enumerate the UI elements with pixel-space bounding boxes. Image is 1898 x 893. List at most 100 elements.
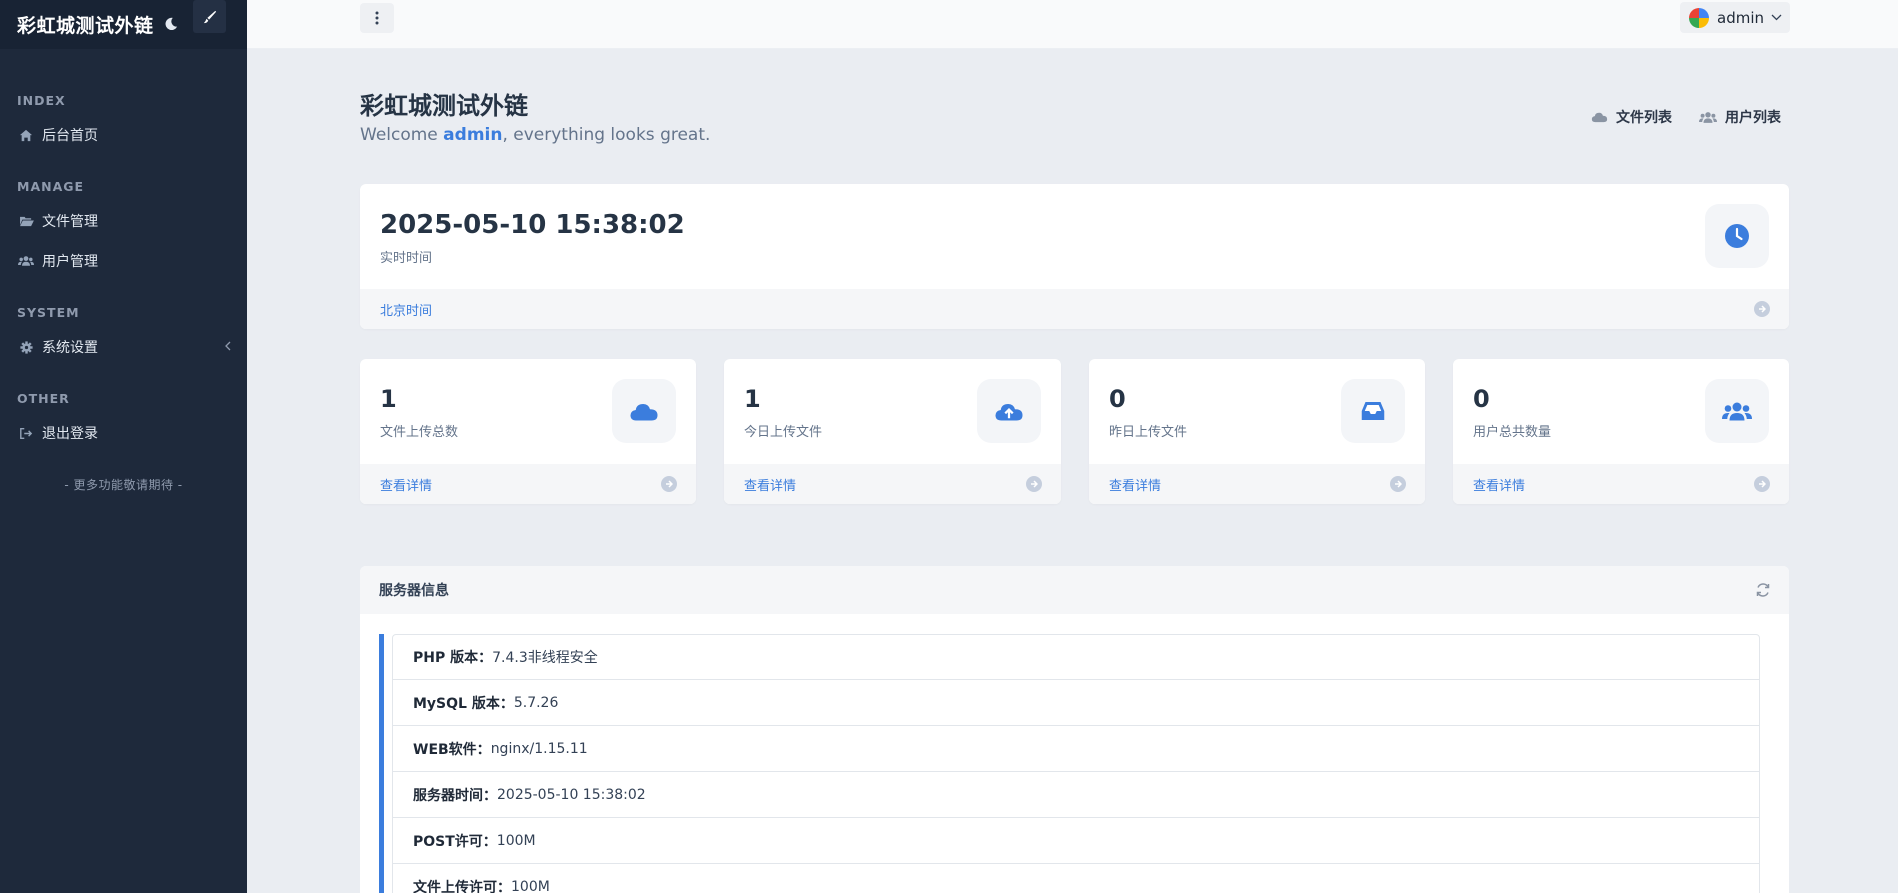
user-list-link[interactable]: 用户列表 — [1699, 107, 1781, 127]
more-features-note: - 更多功能敬请期待 - — [64, 478, 183, 492]
info-key: WEB软件： — [413, 741, 491, 758]
users-icon — [1705, 379, 1769, 443]
time-label: 实时时间 — [380, 251, 433, 266]
users-icon — [1699, 111, 1717, 124]
sidebar-item-files[interactable]: 文件管理 — [17, 208, 232, 234]
sidebar-item-label: 文件管理 — [42, 214, 98, 230]
list-item: 服务器时间： 2025-05-10 15:38:02 — [392, 772, 1760, 818]
brush-icon[interactable] — [193, 0, 226, 33]
arrow-right-icon — [1754, 476, 1770, 492]
info-value: 2025-05-10 15:38:02 — [497, 786, 646, 803]
arrow-right-icon — [1390, 476, 1406, 492]
home-icon — [17, 126, 35, 144]
file-list-link[interactable]: 文件列表 — [1591, 107, 1672, 127]
view-details-link[interactable]: 查看详情 — [1473, 475, 1525, 494]
user-menu-button[interactable]: admin — [1680, 2, 1790, 33]
file-list-label: 文件列表 — [1616, 110, 1672, 126]
welcome-suffix: , everything looks great. — [502, 125, 711, 145]
info-key: MySQL 版本： — [413, 695, 514, 712]
logout-icon — [17, 424, 35, 442]
info-key: 文件上传许可： — [413, 879, 511, 893]
info-value: 100M — [511, 878, 550, 893]
list-item: POST许可： 100M — [392, 818, 1760, 864]
clock-icon-box — [1705, 204, 1769, 268]
menu-button[interactable] — [360, 3, 394, 33]
sidebar-item-label: 后台首页 — [42, 128, 98, 144]
stat-card-footer[interactable]: 查看详情 — [1453, 464, 1789, 504]
stat-card-footer[interactable]: 查看详情 — [360, 464, 696, 504]
info-key: POST许可： — [413, 833, 497, 850]
sidebar-header: 彩虹城测试外链 — [0, 0, 247, 49]
inbox-icon — [1341, 379, 1405, 443]
info-value: 7.4.3非线程安全 — [492, 650, 598, 666]
arrow-right-icon — [1754, 301, 1770, 317]
sidebar-item-home[interactable]: 后台首页 — [17, 122, 232, 148]
view-details-link[interactable]: 查看详情 — [1109, 475, 1161, 494]
info-key: 服务器时间： — [413, 787, 497, 804]
stat-label: 昨日上传文件 — [1109, 425, 1188, 440]
refresh-icon[interactable] — [1755, 582, 1771, 602]
welcome-prefix: Welcome — [360, 125, 444, 145]
time-card: 2025-05-10 15:38:02 实时时间 北京时间 — [360, 184, 1789, 329]
topbar: admin — [247, 0, 1898, 49]
list-item: PHP 版本： 7.4.3非线程安全 — [392, 634, 1760, 680]
server-info-card: 服务器信息 PHP 版本： 7.4.3非线程安全 MySQL 版本： 5.7.26 … — [360, 566, 1789, 893]
view-details-link[interactable]: 查看详情 — [380, 475, 432, 494]
current-time: 2025-05-10 15:38:02 — [380, 210, 685, 240]
more-vertical-icon — [375, 11, 379, 25]
server-info-title: 服务器信息 — [379, 583, 449, 599]
sidebar-item-logout[interactable]: 退出登录 — [17, 420, 232, 446]
stat-card-total-users: 0 用户总共数量 查看详情 — [1453, 359, 1789, 504]
arrow-right-icon — [661, 476, 677, 492]
list-item: 文件上传许可： 100M — [392, 864, 1760, 893]
moon-icon[interactable] — [159, 12, 183, 36]
cloud-upload-icon — [977, 379, 1041, 443]
info-value: nginx/1.15.11 — [490, 740, 588, 757]
stat-card-total-uploads: 1 文件上传总数 查看详情 — [360, 359, 696, 504]
avatar — [1689, 7, 1709, 28]
server-info-list: PHP 版本： 7.4.3非线程安全 MySQL 版本： 5.7.26 WEB软件：… — [379, 634, 1760, 893]
users-icon — [17, 252, 35, 270]
sidebar-item-label: 用户管理 — [42, 254, 98, 270]
view-details-link[interactable]: 查看详情 — [744, 475, 796, 494]
stat-value: 0 — [1473, 385, 1490, 413]
stat-card-today-uploads: 1 今日上传文件 查看详情 — [724, 359, 1061, 504]
section-manage: MANAGE — [17, 179, 85, 194]
chevron-left-icon — [224, 339, 232, 355]
clock-icon — [1725, 224, 1749, 248]
section-system: SYSTEM — [17, 305, 80, 320]
sidebar: 彩虹城测试外链 INDEX 后台首页 MANAGE 文件管理 用户管理 SYST… — [0, 0, 247, 893]
page-title: 彩虹城测试外链 — [360, 92, 528, 120]
info-value: 5.7.26 — [513, 694, 559, 711]
info-key: PHP 版本： — [413, 650, 493, 666]
site-title[interactable]: 彩虹城测试外链 — [17, 11, 154, 38]
sidebar-item-users[interactable]: 用户管理 — [17, 248, 232, 274]
stat-value: 1 — [380, 385, 397, 413]
server-info-header: 服务器信息 — [360, 566, 1789, 614]
stat-card-footer[interactable]: 查看详情 — [1089, 464, 1425, 504]
welcome-user: admin — [443, 125, 503, 145]
gear-icon — [17, 338, 35, 356]
stat-label: 今日上传文件 — [744, 425, 823, 440]
sidebar-item-label: 系统设置 — [42, 340, 98, 356]
stat-label: 用户总共数量 — [1473, 425, 1552, 440]
username: admin — [1717, 8, 1764, 27]
stat-card-yesterday-uploads: 0 昨日上传文件 查看详情 — [1089, 359, 1425, 504]
list-item: WEB软件： nginx/1.15.11 — [392, 726, 1760, 772]
sidebar-item-label: 退出登录 — [42, 426, 98, 442]
folder-open-icon — [17, 212, 35, 230]
beijing-time-link[interactable]: 北京时间 — [380, 300, 432, 319]
time-card-footer[interactable]: 北京时间 — [360, 289, 1789, 329]
user-list-label: 用户列表 — [1725, 110, 1781, 126]
cloud-icon — [612, 379, 676, 443]
list-item: MySQL 版本： 5.7.26 — [392, 680, 1760, 726]
cloud-icon — [1591, 111, 1608, 123]
section-index: INDEX — [17, 93, 66, 108]
info-value: 100M — [496, 832, 536, 849]
welcome-text: Welcome admin, everything looks great. — [360, 125, 710, 145]
stat-label: 文件上传总数 — [380, 425, 459, 440]
chevron-down-icon — [1771, 14, 1782, 21]
sidebar-item-settings[interactable]: 系统设置 — [17, 334, 232, 360]
arrow-right-icon — [1026, 476, 1042, 492]
stat-card-footer[interactable]: 查看详情 — [724, 464, 1061, 504]
